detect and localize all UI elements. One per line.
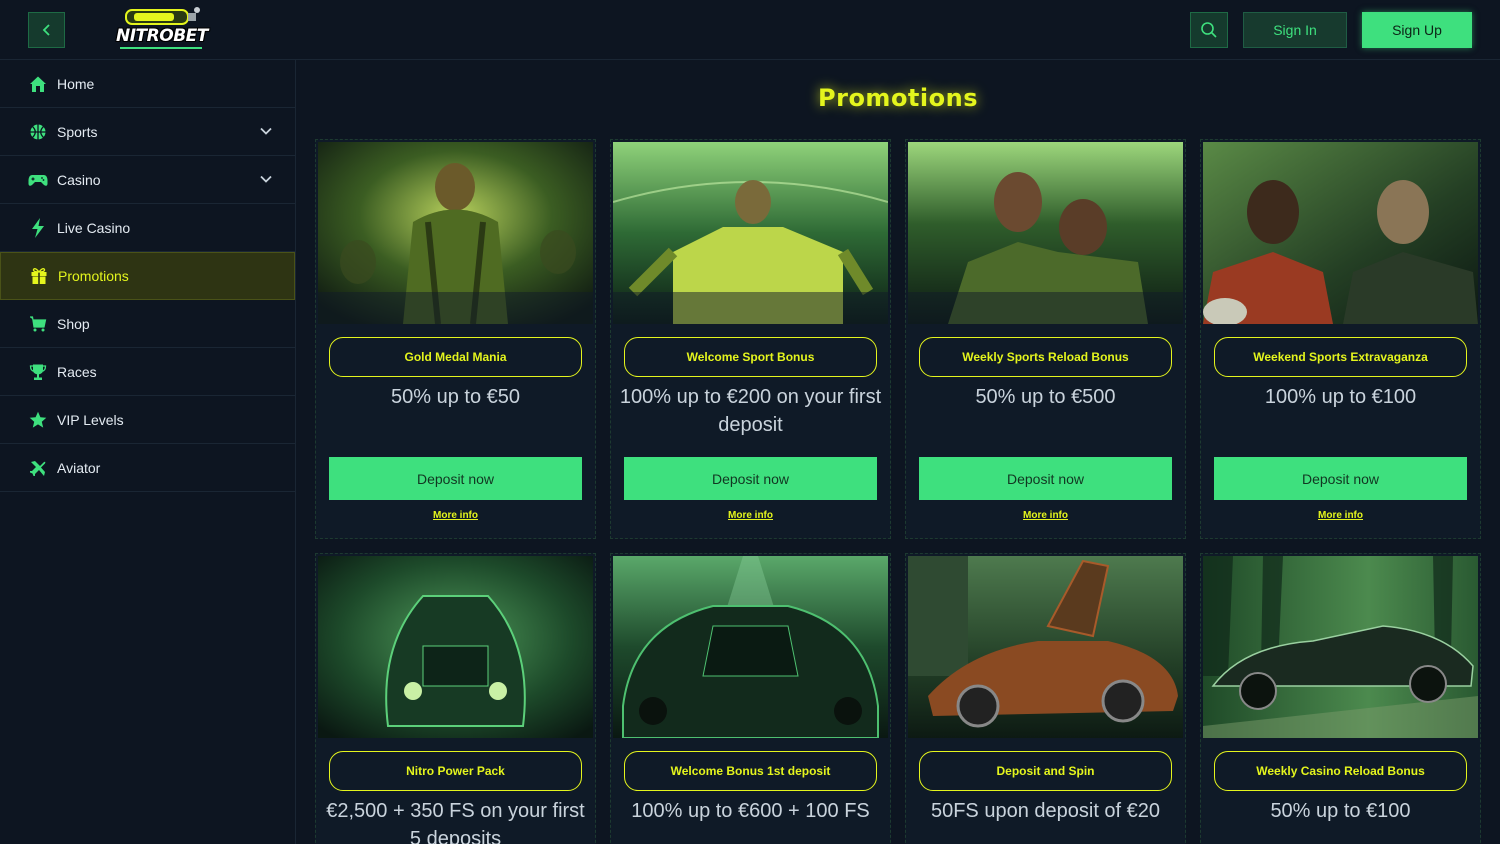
sidebar-item-promotions[interactable]: Promotions [0, 252, 295, 300]
sidebar-item-label: Live Casino [57, 219, 131, 236]
promo-offer: €2,500 + 350 FS on your first 5 deposits [326, 800, 585, 844]
page-title: Promotions [818, 84, 978, 112]
chevron-down-icon[interactable] [259, 172, 273, 186]
promo-offer: 100% up to €600 + 100 FS [631, 800, 870, 822]
sidebar-item-label: VIP Levels [57, 411, 124, 428]
promo-image-rugby-players [1203, 142, 1478, 324]
search-button[interactable] [1190, 12, 1228, 48]
promo-name: Deposit and Spin [919, 751, 1172, 791]
promo-image-cheering-players [908, 142, 1183, 324]
promo-card: Deposit and Spin 50FS upon deposit of €2… [905, 553, 1186, 844]
back-button[interactable] [28, 12, 65, 48]
trophy-icon [28, 362, 48, 382]
sign-in-button[interactable]: Sign In [1243, 12, 1347, 48]
promo-card: Gold Medal Mania 50% up to €50 Deposit n… [315, 139, 596, 539]
promo-image-batmobile-side [1203, 556, 1478, 738]
search-icon [1201, 22, 1217, 38]
sidebar-item-sports[interactable]: Sports [0, 108, 295, 156]
promo-offer: 50% up to €500 [975, 386, 1116, 408]
deposit-now-button[interactable]: Deposit now [624, 457, 877, 500]
promo-offer: 100% up to €200 on your first deposit [619, 386, 882, 436]
sidebar-item-label: Sports [57, 123, 98, 140]
more-info-link[interactable]: More info [906, 510, 1185, 521]
sidebar-item-aviator[interactable]: Aviator [0, 444, 295, 492]
chevron-down-icon[interactable] [259, 124, 273, 138]
promo-offer: 50% up to €50 [391, 386, 520, 408]
promo-card: Welcome Sport Bonus 100% up to €200 on y… [610, 139, 891, 539]
plane-icon [28, 458, 48, 478]
sidebar-item-casino[interactable]: Casino [0, 156, 295, 204]
deposit-now-button[interactable]: Deposit now [1214, 457, 1467, 500]
promo-name: Weekend Sports Extravaganza [1214, 337, 1467, 377]
promo-card: Weekend Sports Extravaganza 100% up to €… [1200, 139, 1481, 539]
basketball-icon [28, 122, 48, 142]
deposit-now-button[interactable]: Deposit now [329, 457, 582, 500]
promo-offer: 100% up to €100 [1264, 386, 1417, 408]
sidebar-item-label: Races [57, 363, 97, 380]
sidebar: Home Sports Casino Live Casino Promotion… [0, 60, 296, 844]
promo-offer: 50% up to €100 [1270, 800, 1411, 822]
more-info-link[interactable]: More info [1201, 510, 1480, 521]
promo-card: Nitro Power Pack €2,500 + 350 FS on your… [315, 553, 596, 844]
sidebar-item-label: Casino [57, 171, 101, 188]
lightning-icon [28, 217, 48, 238]
sidebar-item-vip-levels[interactable]: VIP Levels [0, 396, 295, 444]
sidebar-item-label: Promotions [58, 268, 129, 284]
promo-name: Nitro Power Pack [329, 751, 582, 791]
promo-image-athlete [318, 142, 593, 324]
nitrobet-logo[interactable]: NITROBET [112, 4, 208, 56]
star-icon [28, 410, 48, 430]
sidebar-item-live-casino[interactable]: Live Casino [0, 204, 295, 252]
sidebar-item-home[interactable]: Home [0, 60, 295, 108]
more-info-link[interactable]: More info [611, 510, 890, 521]
promo-offer: 50FS upon deposit of €20 [930, 800, 1161, 822]
promo-name: Gold Medal Mania [329, 337, 582, 377]
sidebar-item-shop[interactable]: Shop [0, 300, 295, 348]
gamepad-icon [28, 170, 48, 190]
promo-name: Weekly Casino Reload Bonus [1214, 751, 1467, 791]
deposit-now-button[interactable]: Deposit now [919, 457, 1172, 500]
promo-name: Welcome Sport Bonus [624, 337, 877, 377]
sidebar-item-races[interactable]: Races [0, 348, 295, 396]
more-info-link[interactable]: More info [316, 510, 595, 521]
promo-name: Welcome Bonus 1st deposit [624, 751, 877, 791]
gift-icon [29, 266, 49, 286]
promo-image-fan-stadium [613, 142, 888, 324]
sidebar-item-label: Home [57, 75, 95, 92]
home-icon [28, 74, 48, 94]
promo-image-batmobile-front [613, 556, 888, 738]
promo-image-nitro-car [318, 556, 593, 738]
cart-icon [28, 314, 48, 334]
sidebar-item-label: Aviator [57, 459, 101, 476]
promo-card: Weekly Sports Reload Bonus 50% up to €50… [905, 139, 1186, 539]
top-header: NITROBET Sign In Sign Up [0, 0, 1500, 60]
promo-name: Weekly Sports Reload Bonus [919, 337, 1172, 377]
sidebar-item-label: Shop [57, 315, 90, 332]
logo-text: NITROBET [116, 26, 208, 46]
chevron-left-icon [42, 24, 50, 36]
sign-up-button[interactable]: Sign Up [1362, 12, 1472, 48]
promo-image-supercar [908, 556, 1183, 738]
promo-card: Welcome Bonus 1st deposit 100% up to €60… [610, 553, 891, 844]
promo-card: Weekly Casino Reload Bonus 50% up to €10… [1200, 553, 1481, 844]
